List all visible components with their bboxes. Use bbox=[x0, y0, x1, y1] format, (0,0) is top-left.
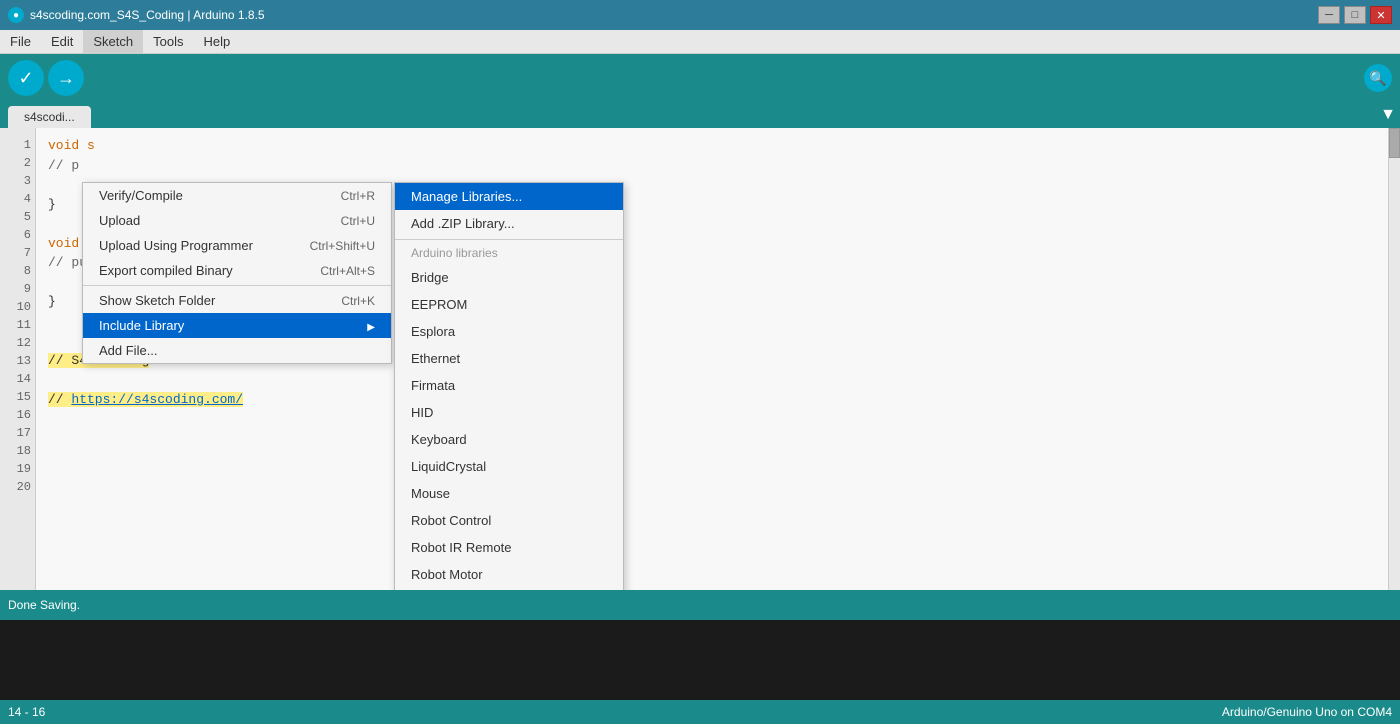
status-bar: 14 - 16 Arduino/Genuino Uno on COM4 bbox=[0, 700, 1400, 724]
toolbar-right: 🔍 bbox=[1364, 64, 1392, 92]
lib-manage[interactable]: Manage Libraries... bbox=[395, 183, 623, 210]
title-bar-controls: ─ □ ✕ bbox=[1318, 6, 1392, 24]
editor-scrollbar[interactable] bbox=[1388, 128, 1400, 590]
serial-monitor-button[interactable]: 🔍 bbox=[1364, 64, 1392, 92]
lib-firmata[interactable]: Firmata bbox=[395, 372, 623, 399]
lib-keyboard[interactable]: Keyboard bbox=[395, 426, 623, 453]
menu-tools[interactable]: Tools bbox=[143, 30, 193, 53]
console-status-bar: Done Saving. bbox=[0, 590, 1400, 620]
lib-separator bbox=[395, 239, 623, 240]
title-bar: ● s4scoding.com_S4S_Coding | Arduino 1.8… bbox=[0, 0, 1400, 30]
sketch-verify[interactable]: Verify/Compile Ctrl+R bbox=[83, 183, 391, 208]
sketch-upload[interactable]: Upload Ctrl+U bbox=[83, 208, 391, 233]
title-bar-left: ● s4scoding.com_S4S_Coding | Arduino 1.8… bbox=[8, 7, 265, 23]
tab-bar: s4scodi... ▼ bbox=[0, 102, 1400, 128]
lib-robot-control[interactable]: Robot Control bbox=[395, 507, 623, 534]
menu-sketch[interactable]: Sketch bbox=[83, 30, 143, 53]
lib-mouse[interactable]: Mouse bbox=[395, 480, 623, 507]
editor-wrapper: 12345 678910 1112131415 1617181920 void … bbox=[0, 128, 1400, 590]
editor-tab[interactable]: s4scodi... bbox=[8, 106, 91, 128]
code-line-13 bbox=[48, 370, 1376, 390]
toolbar: ✓ → 🔍 bbox=[0, 54, 1400, 102]
minimize-button[interactable]: ─ bbox=[1318, 6, 1340, 24]
code-line-14: // https://s4scoding.com/ bbox=[48, 390, 1376, 410]
lib-robot-motor[interactable]: Robot Motor bbox=[395, 561, 623, 588]
library-submenu[interactable]: Manage Libraries... Add .ZIP Library... … bbox=[394, 182, 624, 590]
maximize-button[interactable]: □ bbox=[1344, 6, 1366, 24]
menu-separator-1 bbox=[83, 285, 391, 286]
sketch-dropdown[interactable]: Verify/Compile Ctrl+R Upload Ctrl+U Uplo… bbox=[82, 182, 392, 364]
close-button[interactable]: ✕ bbox=[1370, 6, 1392, 24]
menu-file[interactable]: File bbox=[0, 30, 41, 53]
lib-hid[interactable]: HID bbox=[395, 399, 623, 426]
sketch-add-file[interactable]: Add File... bbox=[83, 338, 391, 363]
include-library-arrow bbox=[367, 318, 375, 333]
code-line-2: // p bbox=[48, 156, 1376, 176]
lib-section-header: Arduino libraries bbox=[395, 242, 623, 264]
lib-bridge[interactable]: Bridge bbox=[395, 264, 623, 291]
window-title: s4scoding.com_S4S_Coding | Arduino 1.8.5 bbox=[30, 8, 265, 22]
sketch-show-folder[interactable]: Show Sketch Folder Ctrl+K bbox=[83, 288, 391, 313]
console-status-text: Done Saving. bbox=[8, 598, 80, 612]
menu-help[interactable]: Help bbox=[193, 30, 240, 53]
app-icon: ● bbox=[8, 7, 24, 23]
console-area bbox=[0, 620, 1400, 700]
line-numbers: 12345 678910 1112131415 1617181920 bbox=[0, 128, 36, 590]
lib-add-zip[interactable]: Add .ZIP Library... bbox=[395, 210, 623, 237]
menu-bar: File Edit Sketch Tools Help bbox=[0, 30, 1400, 54]
line-col-indicator: 14 - 16 bbox=[8, 705, 45, 719]
sketch-include-library[interactable]: Include Library bbox=[83, 313, 391, 338]
scrollbar-thumb[interactable] bbox=[1389, 128, 1400, 158]
sketch-upload-programmer[interactable]: Upload Using Programmer Ctrl+Shift+U bbox=[83, 233, 391, 258]
lib-liquidcrystal[interactable]: LiquidCrystal bbox=[395, 453, 623, 480]
upload-button[interactable]: → bbox=[48, 60, 84, 96]
tab-arrow[interactable]: ▼ bbox=[1380, 106, 1396, 128]
lib-sd[interactable]: SD bbox=[395, 588, 623, 590]
board-info: Arduino/Genuino Uno on COM4 bbox=[1222, 705, 1392, 719]
code-line-1: void s bbox=[48, 136, 1376, 156]
lib-esplora[interactable]: Esplora bbox=[395, 318, 623, 345]
lib-ethernet[interactable]: Ethernet bbox=[395, 345, 623, 372]
lib-eeprom[interactable]: EEPROM bbox=[395, 291, 623, 318]
sketch-export-binary[interactable]: Export compiled Binary Ctrl+Alt+S bbox=[83, 258, 391, 283]
menu-edit[interactable]: Edit bbox=[41, 30, 83, 53]
lib-robot-ir[interactable]: Robot IR Remote bbox=[395, 534, 623, 561]
verify-button[interactable]: ✓ bbox=[8, 60, 44, 96]
